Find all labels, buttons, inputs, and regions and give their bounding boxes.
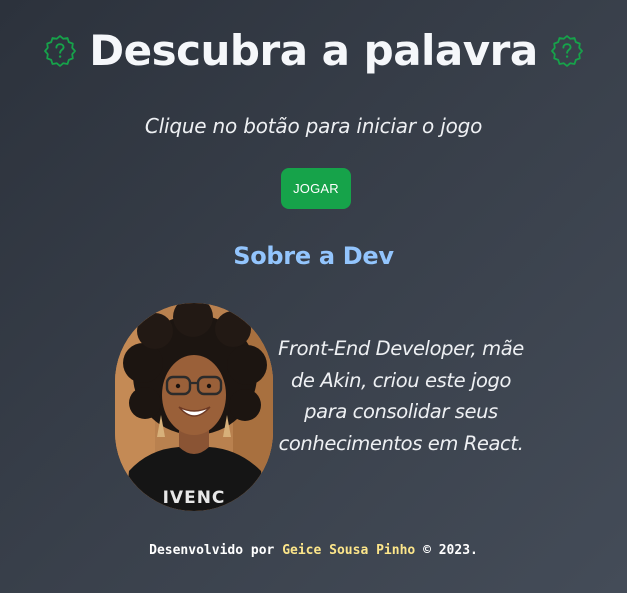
start-instruction: Clique no botão para iniciar o jogo [144,114,483,138]
play-button[interactable]: JOGAR [281,168,351,209]
question-badge-icon [43,34,77,68]
svg-text:IVENC: IVENC [163,488,226,508]
about-dev-heading: Sobre a Dev [233,242,394,270]
footer-copyright: © 2023. [423,543,478,558]
developer-photo: IVENC [115,303,273,511]
page-title: Descubra a palavra [89,26,538,75]
footer-prefix: Desenvolvido por [149,543,275,558]
game-home-page: Descubra a palavra Clique no botão para … [0,0,627,593]
developer-bio: Front-End Developer, mãe de Akin, criou … [278,337,524,455]
footer-author: Geice Sousa Pinho [282,543,416,558]
question-badge-icon [550,34,584,68]
header: Descubra a palavra [0,22,627,80]
footer-credit: Desenvolvido por Geice Sousa Pinho © 202… [0,543,627,558]
